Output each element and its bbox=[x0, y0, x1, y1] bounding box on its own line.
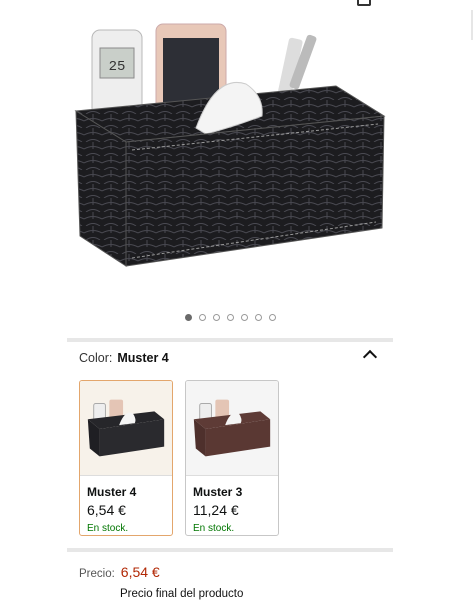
price-row: Precio: 6,54 € bbox=[79, 564, 160, 580]
option-name: Muster 4 bbox=[87, 485, 137, 499]
option-stock: En stock. bbox=[87, 523, 129, 534]
remote-display-text: 25 bbox=[109, 59, 126, 75]
carousel-dot[interactable] bbox=[212, 314, 220, 321]
carousel-dot[interactable] bbox=[184, 314, 192, 321]
carousel-dot[interactable] bbox=[240, 314, 248, 321]
option-name: Muster 3 bbox=[193, 485, 243, 499]
swatch-thumbnail bbox=[186, 381, 278, 476]
option-stock: En stock. bbox=[193, 523, 235, 534]
price-value: 6,54 € bbox=[120, 564, 160, 580]
product-image[interactable]: 25 bbox=[66, 16, 396, 282]
carousel-dot[interactable] bbox=[226, 314, 234, 321]
color-option-muster-4[interactable]: Muster 4 6,54 € En stock. bbox=[79, 380, 173, 536]
swatch-thumbnail bbox=[80, 381, 172, 476]
image-carousel-dots[interactable] bbox=[0, 314, 460, 321]
price-label: Precio: bbox=[79, 568, 115, 580]
section-divider bbox=[67, 548, 393, 552]
share-icon[interactable] bbox=[357, 0, 371, 6]
color-selected-value: Muster 4 bbox=[117, 351, 169, 365]
scrollbar bbox=[471, 10, 473, 40]
tissue-box-illustration: 25 bbox=[74, 23, 386, 267]
color-selector-header[interactable]: Color: Muster 4 bbox=[79, 351, 379, 365]
section-divider bbox=[67, 338, 393, 342]
carousel-dot[interactable] bbox=[268, 314, 276, 321]
final-price-note: Precio final del producto bbox=[120, 588, 244, 600]
color-label: Color: bbox=[79, 351, 113, 365]
color-option-muster-3[interactable]: Muster 3 11,24 € En stock. bbox=[185, 380, 279, 536]
option-price: 11,24 € bbox=[193, 502, 239, 518]
carousel-dot[interactable] bbox=[254, 314, 262, 321]
carousel-dot[interactable] bbox=[198, 314, 206, 321]
option-price: 6,54 € bbox=[87, 502, 126, 518]
